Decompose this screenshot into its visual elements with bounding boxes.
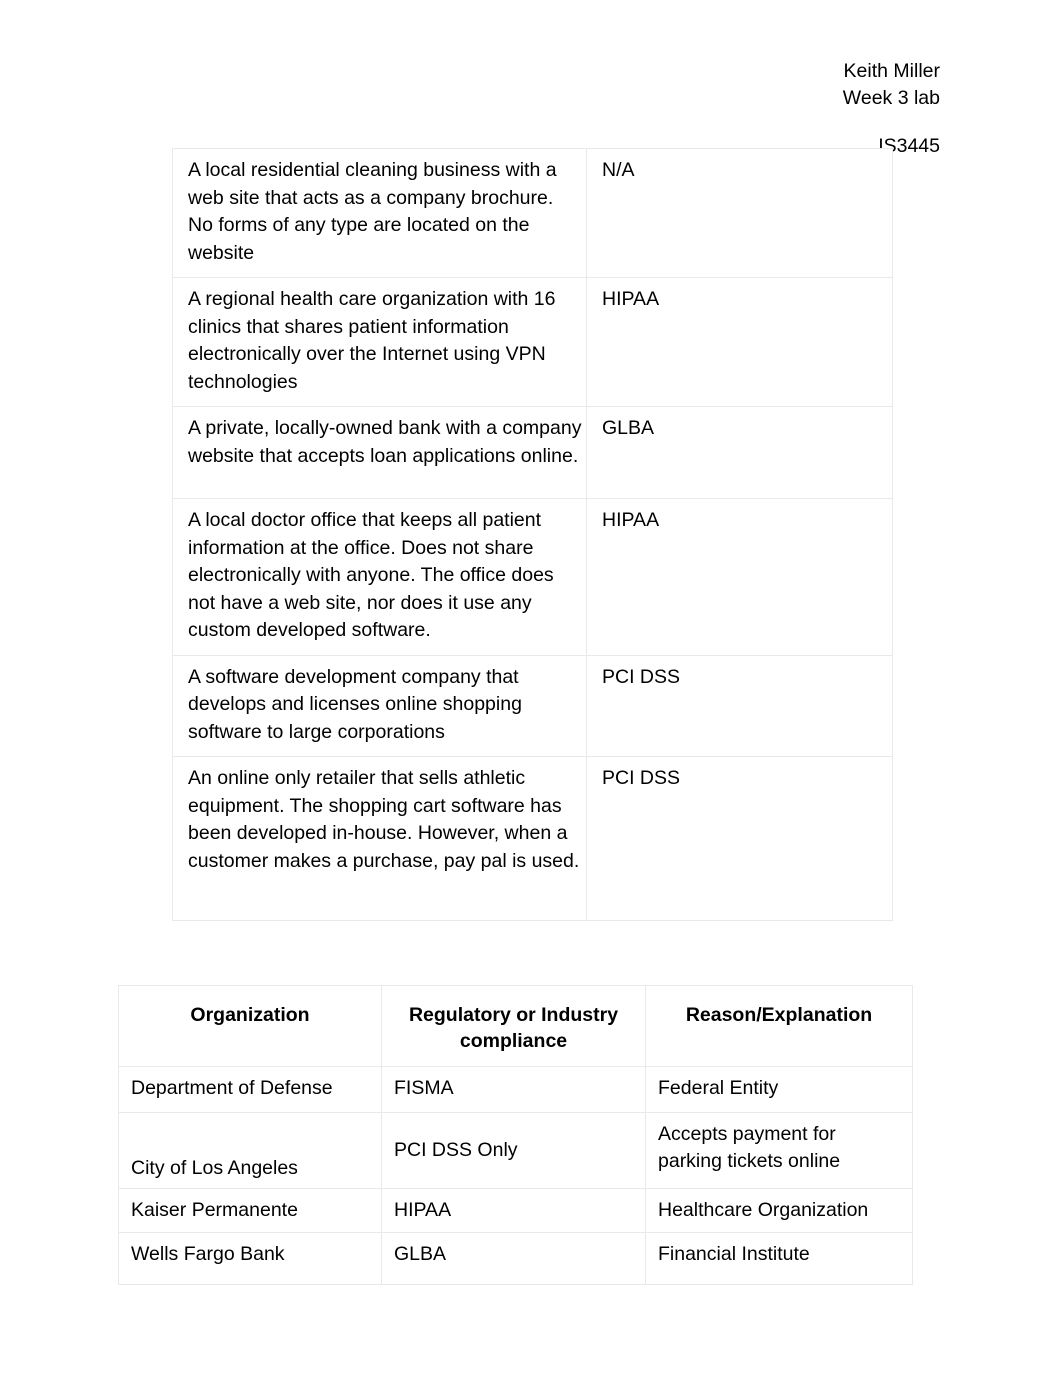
organization-compliance-table: Organization Regulatory or Industry comp… bbox=[118, 985, 913, 1285]
table-row: Kaiser Permanente HIPAA Healthcare Organ… bbox=[118, 1188, 913, 1233]
document-header: Keith Miller Week 3 lab bbox=[843, 58, 940, 112]
table-row: An online only retailer that sells athle… bbox=[172, 756, 893, 921]
organization-compliance: HIPAA bbox=[381, 1188, 646, 1233]
table-row: A software development company that deve… bbox=[172, 654, 893, 757]
column-header-organization: Organization bbox=[118, 985, 382, 1067]
table-row: A private, locally-owned bank with a com… bbox=[172, 406, 893, 499]
scenario-compliance: PCI DSS bbox=[586, 756, 893, 921]
organization-reason: Healthcare Organization bbox=[645, 1188, 913, 1233]
organization-reason: Accepts payment for parking tickets onli… bbox=[645, 1112, 913, 1189]
table-header-row: Organization Regulatory or Industry comp… bbox=[118, 985, 913, 1067]
scenario-description: A local residential cleaning business wi… bbox=[172, 148, 587, 278]
table-row: Department of Defense FISMA Federal Enti… bbox=[118, 1066, 913, 1113]
table-row: A regional health care organization with… bbox=[172, 277, 893, 407]
scenario-description: A private, locally-owned bank with a com… bbox=[172, 406, 587, 499]
organization-name: Wells Fargo Bank bbox=[118, 1232, 382, 1285]
organization-name: Department of Defense bbox=[118, 1066, 382, 1113]
organization-compliance: FISMA bbox=[381, 1066, 646, 1113]
scenario-description: An online only retailer that sells athle… bbox=[172, 756, 587, 921]
table-row: City of Los Angeles PCI DSS Only Accepts… bbox=[118, 1112, 913, 1189]
organization-compliance: PCI DSS Only bbox=[381, 1112, 646, 1189]
scenario-compliance: HIPAA bbox=[586, 498, 893, 656]
author-name: Keith Miller bbox=[843, 60, 940, 82]
scenario-compliance: N/A bbox=[586, 148, 893, 278]
organization-reason: Financial Institute bbox=[645, 1232, 913, 1285]
column-header-reason: Reason/Explanation bbox=[645, 985, 913, 1067]
organization-reason: Federal Entity bbox=[645, 1066, 913, 1113]
scenario-description: A local doctor office that keeps all pat… bbox=[172, 498, 587, 656]
organization-name: City of Los Angeles bbox=[118, 1112, 382, 1189]
assignment-title: Week 3 lab bbox=[842, 87, 940, 109]
column-header-compliance: Regulatory or Industry compliance bbox=[381, 985, 646, 1067]
scenario-compliance: HIPAA bbox=[586, 277, 893, 407]
scenario-compliance: PCI DSS bbox=[586, 654, 893, 757]
scenario-compliance-table: A local residential cleaning business wi… bbox=[172, 148, 893, 921]
table-row: A local residential cleaning business wi… bbox=[172, 148, 893, 278]
table-row: A local doctor office that keeps all pat… bbox=[172, 498, 893, 656]
scenario-description: A regional health care organization with… bbox=[172, 277, 587, 407]
organization-compliance: GLBA bbox=[381, 1232, 646, 1285]
scenario-description: A software development company that deve… bbox=[172, 654, 587, 757]
table-row: Wells Fargo Bank GLBA Financial Institut… bbox=[118, 1232, 913, 1285]
organization-name: Kaiser Permanente bbox=[118, 1188, 382, 1233]
scenario-compliance: GLBA bbox=[586, 406, 893, 499]
